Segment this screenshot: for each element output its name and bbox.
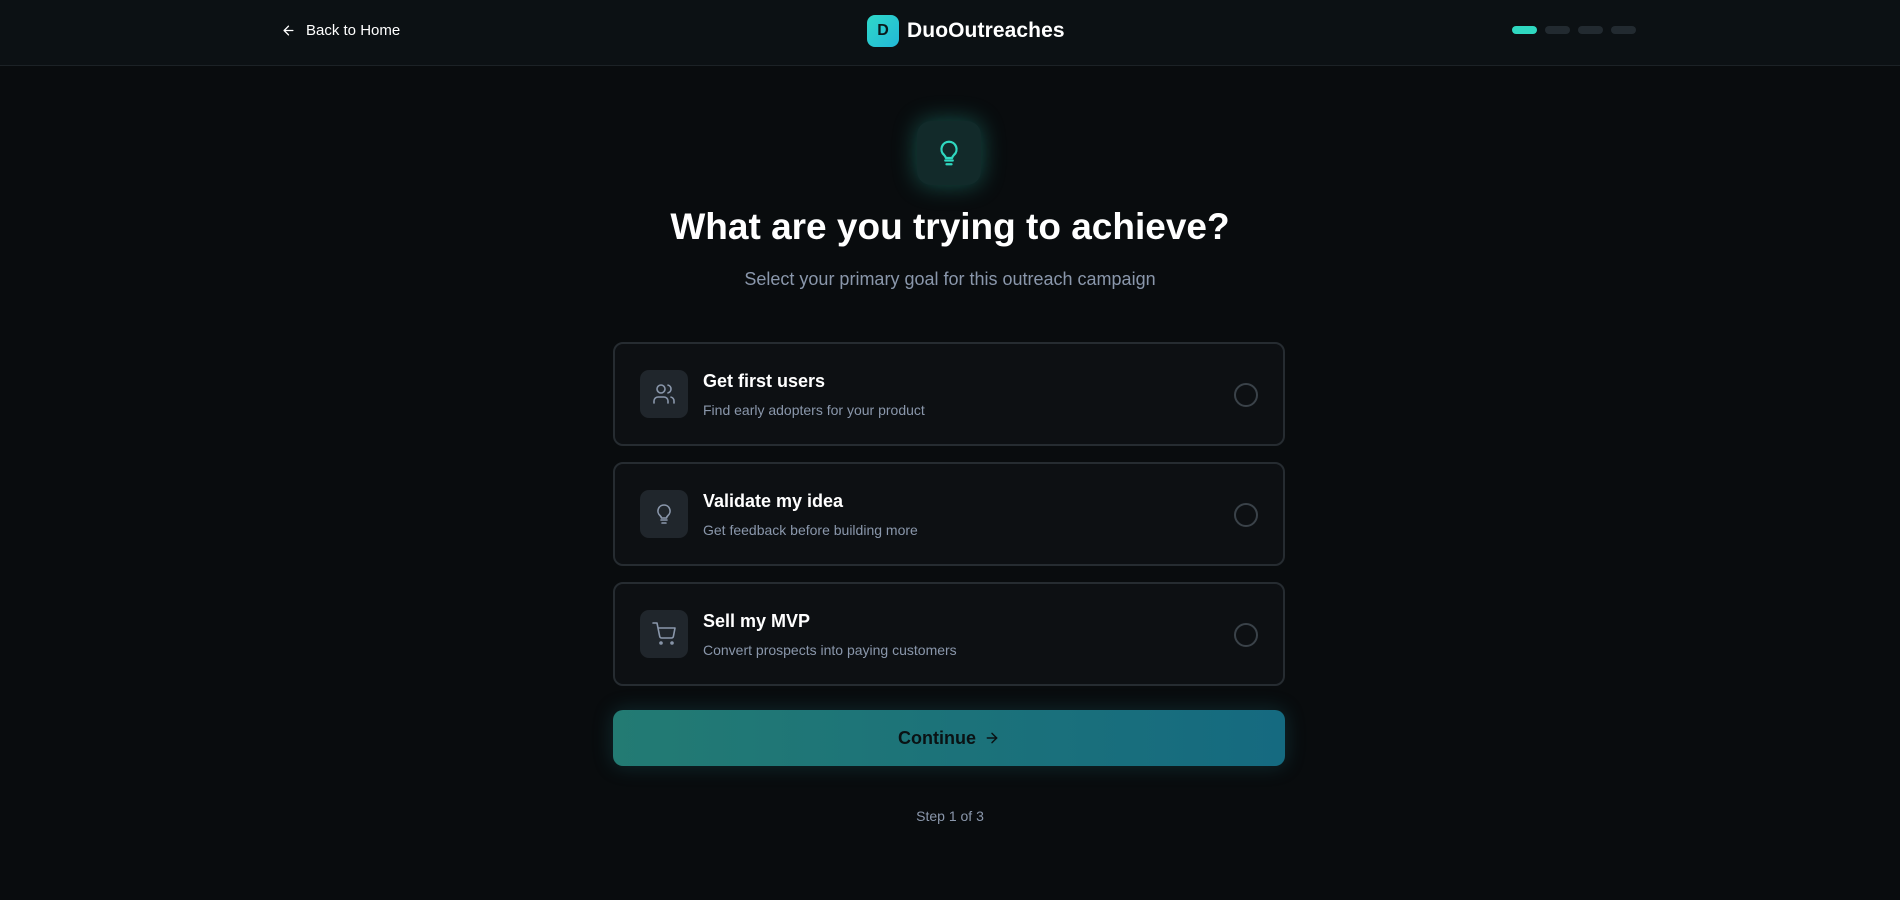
lightbulb-icon xyxy=(940,140,958,166)
arrow-left-icon xyxy=(283,25,294,35)
progress-step-3 xyxy=(1578,26,1603,34)
option-sell-my-mvp[interactable]: Sell my MVP Convert prospects into payin… xyxy=(613,582,1285,686)
option-radio[interactable] xyxy=(1234,503,1258,527)
page-subtitle: Select your primary goal for this outrea… xyxy=(744,269,1156,289)
continue-button[interactable]: Continue xyxy=(613,710,1285,766)
option-description: Get feedback before building more xyxy=(703,522,918,538)
step-indicator: Step 1 of 3 xyxy=(916,808,984,824)
continue-label: Continue xyxy=(898,727,976,748)
progress-indicator xyxy=(1512,26,1636,34)
option-radio[interactable] xyxy=(1234,623,1258,647)
option-icon-box xyxy=(640,370,688,418)
option-title: Sell my MVP xyxy=(703,611,811,631)
progress-step-1 xyxy=(1512,26,1537,34)
top-header: Back to Home D DuoOutreaches xyxy=(0,0,1900,66)
option-description: Convert prospects into paying customers xyxy=(703,642,957,658)
brand-logo-icon: D xyxy=(867,14,899,47)
hero-lightbulb-icon xyxy=(917,121,981,185)
shopping-cart-icon xyxy=(652,622,676,645)
back-link-label: Back to Home xyxy=(306,21,401,39)
brand-name: DuoOutreaches xyxy=(907,18,1065,42)
option-icon-box xyxy=(640,490,688,538)
option-get-first-users[interactable]: Get first users Find early adopters for … xyxy=(613,342,1285,446)
option-title: Get first users xyxy=(703,371,826,391)
progress-step-4 xyxy=(1611,26,1636,34)
option-title: Validate my idea xyxy=(703,491,844,511)
brand[interactable]: D DuoOutreaches xyxy=(867,14,1065,47)
lightbulb-icon xyxy=(657,504,671,524)
brand-initial: D xyxy=(877,21,889,39)
arrow-right-icon xyxy=(986,732,998,744)
option-radio[interactable] xyxy=(1234,383,1258,407)
option-description: Find early adopters for your product xyxy=(703,402,925,418)
option-icon-box xyxy=(640,610,688,658)
progress-step-2 xyxy=(1545,26,1570,34)
users-icon xyxy=(653,384,675,404)
back-to-home-link[interactable]: Back to Home xyxy=(281,19,400,41)
option-validate-my-idea[interactable]: Validate my idea Get feedback before bui… xyxy=(613,462,1285,566)
page-title: What are you trying to achieve? xyxy=(670,206,1230,247)
